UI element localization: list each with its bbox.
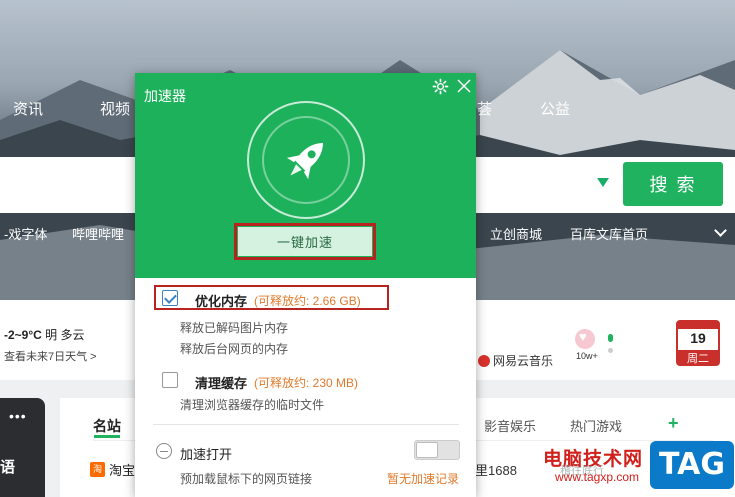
nav-news[interactable]: 资讯 xyxy=(13,98,43,119)
add-tab-icon[interactable]: + xyxy=(668,413,679,434)
optimize-memory-desc-2: 释放后台网页的内存 xyxy=(180,342,289,356)
rocket-icon xyxy=(286,143,323,180)
netease-music-icon xyxy=(478,354,490,367)
accel-record-link[interactable]: 暂无加速记录 xyxy=(387,470,459,487)
preload-toggle[interactable] xyxy=(414,440,460,460)
search-button[interactable]: 搜 索 xyxy=(623,162,723,206)
link-lcsc[interactable]: 立创商城 xyxy=(490,224,542,243)
preload-label: 加速打开 xyxy=(180,447,233,462)
clear-cache-checkbox[interactable] xyxy=(162,372,178,388)
weather-temp: -2~9°C xyxy=(4,328,42,342)
indicator-dot-active xyxy=(608,334,613,342)
indicator-dot xyxy=(608,348,613,353)
clear-cache-free: (可释放约: 230 MB) xyxy=(254,376,359,390)
clear-cache-desc: 清理浏览器缓存的临时文件 xyxy=(180,398,325,412)
calendar-day: 19 xyxy=(690,330,706,346)
heart-icon[interactable] xyxy=(575,329,595,349)
search-engine-dropdown-icon[interactable] xyxy=(597,178,609,187)
calendar-weekday: 周二 xyxy=(678,350,718,365)
preload-toggle-knob xyxy=(416,442,438,458)
accelerator-popup: 加速器 一键加速 优化内存 (可释放约: 2.66 GB) 释放已解码图片内存 … xyxy=(135,73,476,497)
nav-partial[interactable]: 荟 xyxy=(477,98,492,119)
calendar-widget[interactable]: 19 周二 xyxy=(676,320,720,366)
music-label: 网易云音乐 xyxy=(493,354,554,368)
link-font[interactable]: -戏字体 xyxy=(4,224,47,243)
options-divider xyxy=(153,424,459,425)
optimize-memory-checkbox[interactable] xyxy=(162,290,178,306)
weather-desc: 明 多云 xyxy=(45,328,85,342)
nav-video[interactable]: 视频 xyxy=(100,98,130,119)
popup-title: 加速器 xyxy=(144,88,186,104)
optimize-memory-free: (可释放约: 2.66 GB) xyxy=(254,294,361,308)
gear-icon[interactable] xyxy=(432,78,449,95)
optimize-memory-label: 优化内存 xyxy=(195,294,248,309)
accelerate-button[interactable]: 一键加速 xyxy=(238,227,372,256)
watermark-tag-logo: TAG xyxy=(650,441,734,489)
taobao-icon: 淘 xyxy=(90,462,105,477)
tab-entertainment[interactable]: 影音娱乐 xyxy=(484,416,536,435)
dark-card-label: 语 xyxy=(0,459,16,476)
active-tab-indicator xyxy=(94,435,120,438)
weather[interactable]: -2~9°C 明 多云 xyxy=(4,326,85,343)
preload-icon xyxy=(156,443,172,459)
optimize-memory-desc-1: 释放已解码图片内存 xyxy=(180,321,289,335)
site-taobao-label: 淘宝 xyxy=(109,463,136,478)
tab-famous-sites[interactable]: 名站 xyxy=(93,416,121,436)
preload-desc: 预加载鼠标下的网页链接 xyxy=(180,472,313,486)
clear-cache-label: 清理缓存 xyxy=(195,376,248,391)
more-icon[interactable]: ••• xyxy=(9,408,27,424)
music-link[interactable]: 网易云音乐 xyxy=(478,352,553,369)
close-icon[interactable] xyxy=(456,78,472,94)
popup-header: 加速器 一键加速 xyxy=(135,73,476,278)
likes-count: 10w+ xyxy=(576,351,598,361)
site-1688[interactable]: 里1688 xyxy=(475,460,517,479)
site-taobao[interactable]: 淘 淘宝 xyxy=(90,460,135,479)
link-bilibili[interactable]: 哔哩哔哩 xyxy=(72,224,124,243)
weather-forecast-link[interactable]: 查看未来7日天气 > xyxy=(4,348,97,364)
watermark-url: www.tagxp.com xyxy=(555,470,640,484)
nav-charity[interactable]: 公益 xyxy=(540,98,570,119)
tab-games[interactable]: 热门游戏 xyxy=(570,416,622,435)
link-wenku[interactable]: 百库文库首页 xyxy=(570,224,648,243)
calendar-header xyxy=(678,322,718,329)
